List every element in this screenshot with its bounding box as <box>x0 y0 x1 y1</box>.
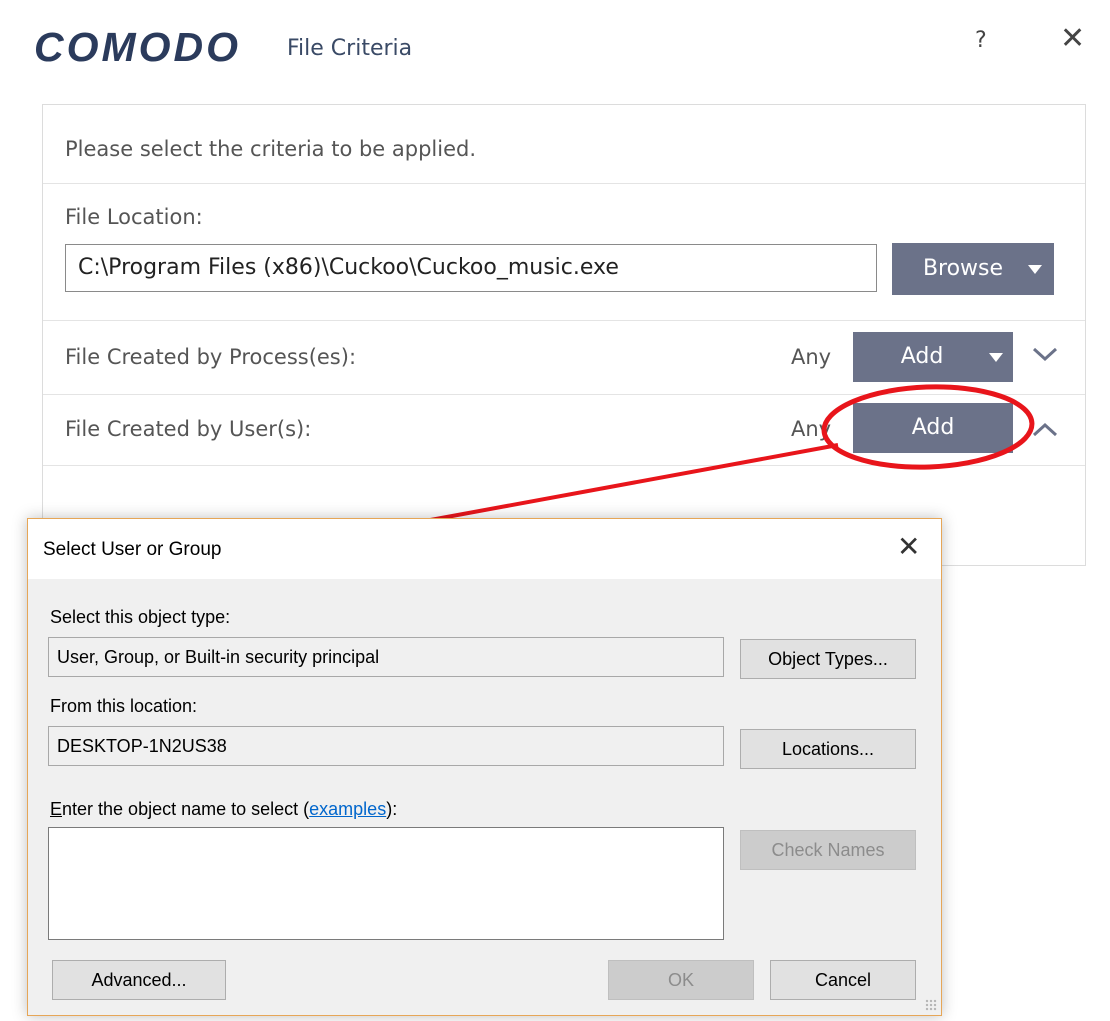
dialog-body: Select this object type: User, Group, or… <box>28 579 941 1015</box>
close-button[interactable]: ✕ <box>1060 24 1085 54</box>
user-criteria-label: File Created by User(s): <box>65 417 312 441</box>
enter-object-name-accesskey: E <box>50 799 63 819</box>
object-type-field: User, Group, or Built-in security princi… <box>48 637 724 677</box>
help-button[interactable]: ? <box>975 28 987 53</box>
enter-object-name-label: Enter the object name to select (example… <box>50 799 397 820</box>
file-location-field[interactable]: C:\Program Files (x86)\Cuckoo\Cuckoo_mus… <box>65 244 877 292</box>
divider <box>43 320 1085 321</box>
caret-down-icon <box>989 353 1003 362</box>
select-user-group-dialog: Select User or Group ✕ Select this objec… <box>27 518 942 1016</box>
add-process-button[interactable]: Add <box>853 332 1013 382</box>
check-names-button[interactable]: Check Names <box>740 830 916 870</box>
add-user-button[interactable]: Add <box>853 403 1013 453</box>
caret-down-icon <box>1028 265 1042 274</box>
object-type-label: Select this object type: <box>50 607 231 627</box>
location-label: From this location: <box>50 696 198 716</box>
dialog-close-button[interactable]: ✕ <box>897 533 920 561</box>
user-any-value: Any <box>791 417 832 441</box>
browse-button[interactable]: Browse <box>892 243 1054 295</box>
process-any-value: Any <box>791 345 832 369</box>
object-types-button[interactable]: Object Types... <box>740 639 916 679</box>
ok-button[interactable]: OK <box>608 960 754 1000</box>
divider <box>43 394 1085 395</box>
chevron-up-icon[interactable] <box>1031 421 1059 439</box>
location-field: DESKTOP-1N2US38 <box>48 726 724 766</box>
browse-button-label: Browse <box>922 256 1004 281</box>
dialog-title: Select User or Group <box>43 539 222 560</box>
enter-object-name-suffix: ): <box>386 799 398 819</box>
window-title: File Criteria <box>287 36 413 61</box>
resize-grip-icon[interactable] <box>925 999 937 1011</box>
criteria-panel: Please select the criteria to be applied… <box>42 104 1086 566</box>
comodo-logo: COMODO <box>34 24 242 70</box>
chevron-down-icon[interactable] <box>1031 345 1059 363</box>
object-name-input[interactable] <box>48 827 724 940</box>
enter-object-name-text: nter the object name to select ( <box>62 799 310 819</box>
process-criteria-label: File Created by Process(es): <box>65 345 357 369</box>
add-user-button-label: Add <box>911 415 955 440</box>
divider <box>43 183 1085 184</box>
examples-link[interactable]: examples <box>309 799 386 819</box>
divider <box>43 465 1085 466</box>
add-process-button-label: Add <box>900 344 944 369</box>
locations-button[interactable]: Locations... <box>740 729 916 769</box>
advanced-button[interactable]: Advanced... <box>52 960 226 1000</box>
cancel-button[interactable]: Cancel <box>770 960 916 1000</box>
file-location-label: File Location: <box>65 205 203 229</box>
criteria-intro-text: Please select the criteria to be applied… <box>65 137 477 161</box>
